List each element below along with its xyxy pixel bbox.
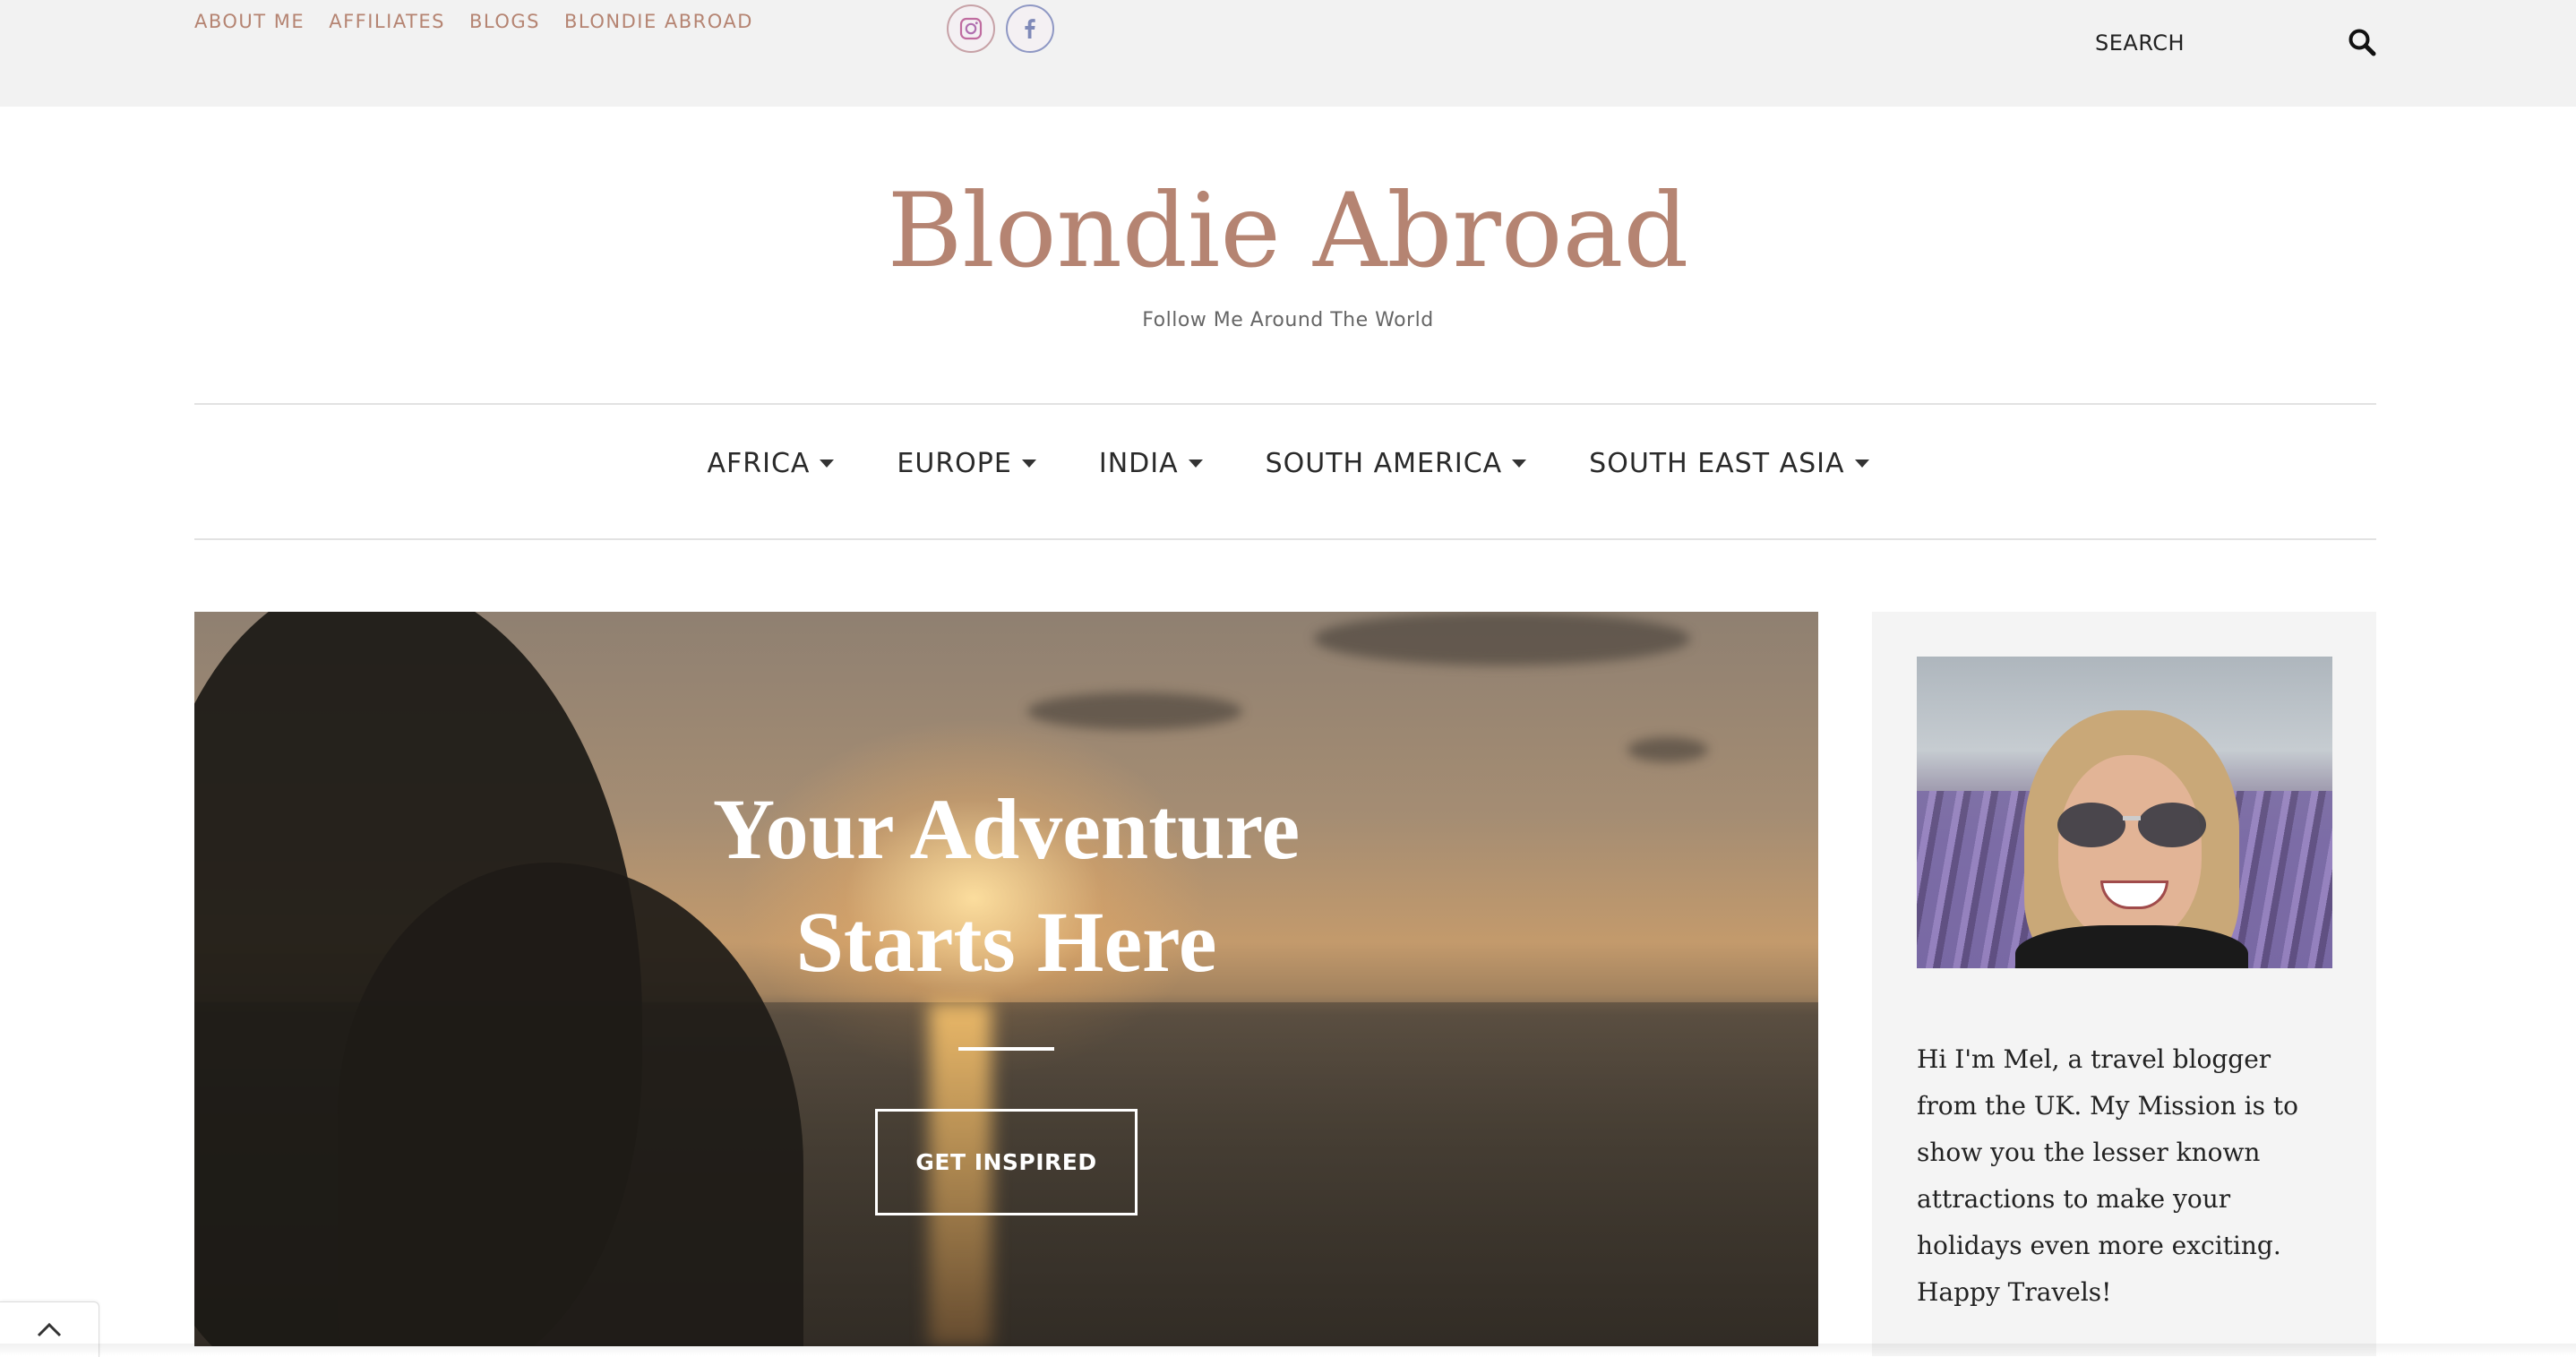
nav-item-south-east-asia[interactable]: SOUTH EAST ASIA xyxy=(1589,448,1869,479)
profile-shirt xyxy=(2015,925,2248,968)
caret-down-icon xyxy=(1021,459,1036,468)
nav-item-label: EUROPE xyxy=(897,448,1012,479)
nav-item-india[interactable]: INDIA xyxy=(1099,448,1203,479)
main-nav: AFRICA EUROPE INDIA SOUTH AMERICA SOUTH … xyxy=(0,448,2576,479)
top-bar: ABOUT ME AFFILIATES BLOGS BLONDIE ABROAD… xyxy=(0,0,2576,107)
hero-cloud xyxy=(1314,612,1690,666)
site-title[interactable]: Blondie Abroad xyxy=(0,168,2576,294)
instagram-icon[interactable] xyxy=(947,4,995,53)
site-tagline: Follow Me Around The World xyxy=(1142,309,1434,331)
top-nav-blogs[interactable]: BLOGS xyxy=(469,10,540,34)
sunglasses xyxy=(2057,803,2206,847)
hero-cloud xyxy=(1027,692,1242,730)
get-inspired-button[interactable]: GET INSPIRED xyxy=(875,1109,1138,1215)
page-bottom-edge xyxy=(0,1344,2576,1356)
top-nav-affiliates[interactable]: AFFILIATES xyxy=(329,10,445,34)
nav-item-label: AFRICA xyxy=(707,448,811,479)
search-icon[interactable] xyxy=(2347,27,2377,57)
top-nav: ABOUT ME AFFILIATES BLOGS BLONDIE ABROAD xyxy=(194,10,753,34)
nav-divider-top xyxy=(194,403,2376,405)
hero-banner: Your Adventure Starts Here GET INSPIRED xyxy=(194,612,1818,1346)
nav-item-label: SOUTH EAST ASIA xyxy=(1589,448,1845,479)
nav-divider-bottom xyxy=(194,538,2376,540)
sidebar-about: Hi I'm Mel, a travel blogger from the UK… xyxy=(1872,612,2376,1356)
profile-photo xyxy=(1917,657,2332,968)
hero-title: Your Adventure Starts Here xyxy=(194,773,1818,999)
nav-item-label: INDIA xyxy=(1098,448,1179,479)
search-input[interactable]: SEARCH xyxy=(2095,30,2185,56)
facebook-icon[interactable] xyxy=(1006,4,1054,53)
nav-item-label: SOUTH AMERICA xyxy=(1265,448,1503,479)
caret-down-icon xyxy=(1512,459,1527,468)
caret-down-icon xyxy=(820,459,835,468)
social-links xyxy=(947,4,1054,53)
nav-item-south-america[interactable]: SOUTH AMERICA xyxy=(1266,448,1527,479)
hero-title-line: Starts Here xyxy=(795,894,1217,990)
nav-item-africa[interactable]: AFRICA xyxy=(707,448,835,479)
hero-cloud xyxy=(1627,737,1708,762)
nav-item-europe[interactable]: EUROPE xyxy=(897,448,1036,479)
caret-down-icon xyxy=(1188,459,1203,468)
caret-down-icon xyxy=(1854,459,1869,468)
top-nav-blondie-abroad[interactable]: BLONDIE ABROAD xyxy=(564,10,753,34)
hero-title-line: Your Adventure xyxy=(712,781,1301,877)
author-bio: Hi I'm Mel, a travel blogger from the UK… xyxy=(1917,1044,2298,1307)
hero-divider xyxy=(958,1047,1054,1051)
chevron-up-icon xyxy=(37,1322,62,1336)
top-nav-about-me[interactable]: ABOUT ME xyxy=(194,10,305,34)
